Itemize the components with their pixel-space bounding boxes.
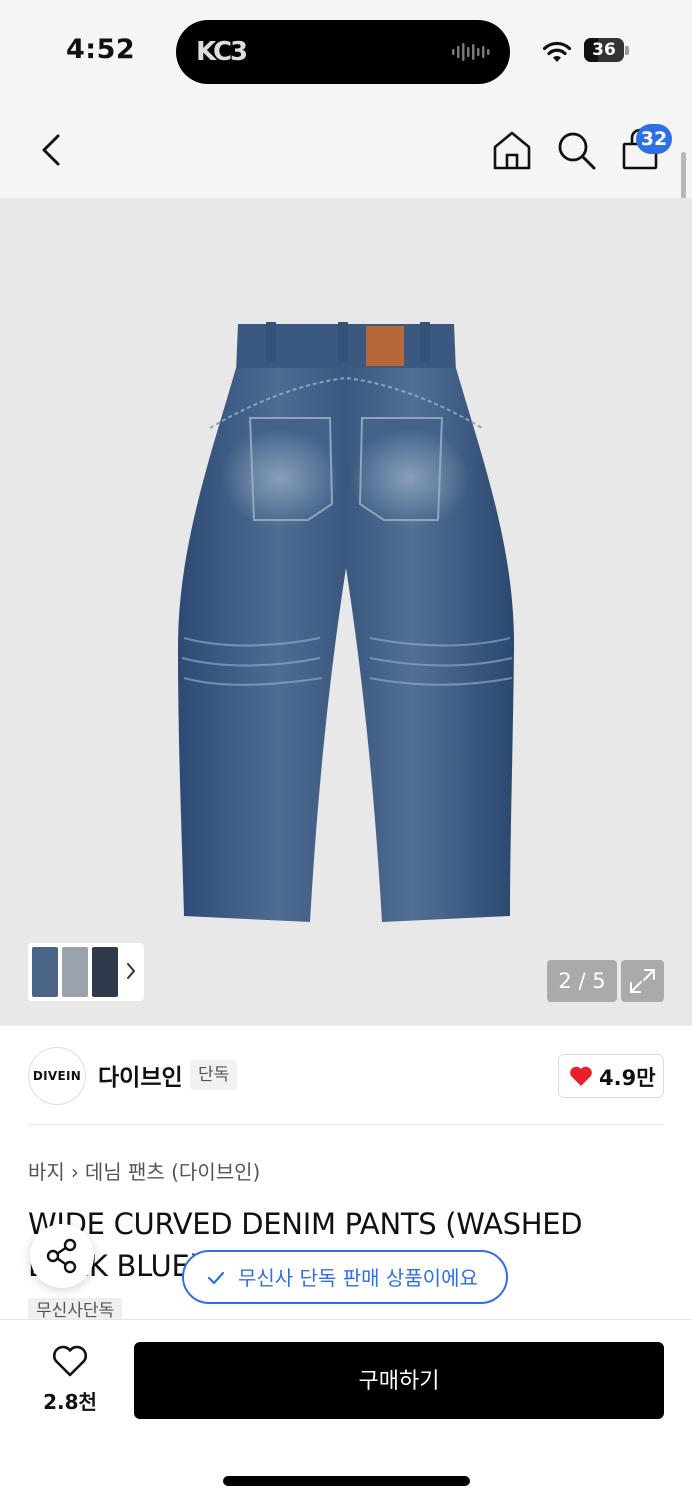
home-indicator[interactable]	[223, 1476, 470, 1486]
search-icon[interactable]	[554, 128, 598, 172]
wishlist-button[interactable]: 2.8천	[30, 1344, 110, 1418]
breadcrumb-subcategory[interactable]: 데님 팬츠 (다이브인)	[85, 1160, 261, 1184]
thumbnail-strip[interactable]	[28, 943, 144, 1001]
exclusive-tag: 단독	[190, 1060, 238, 1090]
divider	[28, 1124, 664, 1125]
breadcrumb: 바지 › 데님 팬츠 (다이브인)	[28, 1156, 260, 1185]
buy-button[interactable]: 구매하기	[134, 1342, 664, 1419]
exclusive-info-pill[interactable]: 무신사 단독 판매 상품이에요	[182, 1250, 508, 1304]
wifi-icon	[542, 41, 572, 62]
home-icon[interactable]	[490, 128, 534, 172]
cart-count-badge: 32	[636, 124, 672, 154]
chevron-left-icon[interactable]	[32, 128, 72, 172]
chevron-right-icon[interactable]	[124, 959, 138, 983]
audio-wave-icon	[452, 43, 490, 61]
island-app-logo: KC3	[196, 37, 248, 67]
image-counter: 2 / 5	[547, 960, 617, 1002]
status-time: 4:52	[66, 34, 136, 65]
thumbnail-3[interactable]	[92, 947, 118, 997]
checkmark-icon	[207, 1271, 225, 1285]
brand-logo[interactable]: DIVEIN	[28, 1047, 86, 1105]
wishlist-count: 2.8천	[43, 1390, 97, 1414]
thumbnail-2[interactable]	[62, 947, 88, 997]
battery-indicator: 36	[584, 38, 624, 62]
product-image-jeans[interactable]	[170, 318, 522, 934]
brand-like-button[interactable]: 4.9만	[558, 1054, 664, 1098]
heart-filled-icon	[570, 1066, 592, 1086]
battery-percent: 36	[592, 40, 616, 60]
thumbnail-1[interactable]	[32, 947, 58, 997]
chevron-right-icon: ›	[70, 1160, 79, 1184]
exclusive-info-text: 무신사 단독 판매 상품이에요	[238, 1266, 478, 1290]
battery-tip	[625, 46, 629, 55]
breadcrumb-category[interactable]: 바지	[28, 1160, 65, 1184]
share-button[interactable]	[30, 1224, 94, 1288]
expand-icon[interactable]	[621, 960, 664, 1002]
share-icon	[46, 1238, 77, 1274]
dynamic-island: KC3	[176, 20, 510, 84]
heart-outline-icon	[53, 1345, 87, 1377]
brand-name[interactable]: 다이브인	[98, 1058, 183, 1092]
brand-like-count: 4.9만	[599, 1066, 656, 1090]
